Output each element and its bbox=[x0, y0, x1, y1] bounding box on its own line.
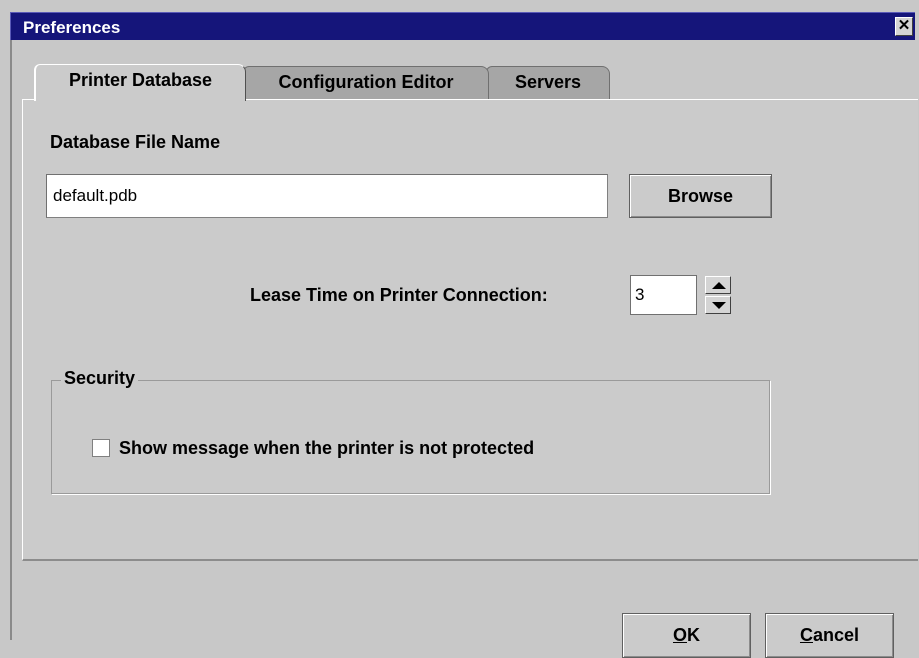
close-button[interactable]: ✕ bbox=[895, 17, 913, 36]
security-group bbox=[51, 380, 770, 494]
security-group-label: Security bbox=[61, 368, 139, 389]
cancel-label-rest: ancel bbox=[812, 625, 860, 645]
lease-time-decrement-button[interactable] bbox=[705, 296, 731, 314]
lease-time-label: Lease Time on Printer Connection: bbox=[250, 285, 548, 305]
ok-button[interactable]: OK bbox=[622, 613, 751, 658]
ok-mnemonic: O bbox=[672, 625, 687, 645]
arrow-down-icon bbox=[712, 302, 726, 309]
cancel-button[interactable]: Cancel bbox=[765, 613, 894, 658]
close-icon: ✕ bbox=[897, 17, 911, 34]
lease-time-increment-button[interactable] bbox=[705, 276, 731, 294]
show-unprotected-message-label[interactable]: Show message when the printer is not pro… bbox=[119, 438, 534, 459]
arrow-up-icon bbox=[712, 282, 726, 289]
window-left-edge bbox=[10, 40, 12, 640]
lease-time-input[interactable] bbox=[630, 275, 697, 315]
database-file-name-label: Database File Name bbox=[50, 132, 221, 152]
database-file-name-input[interactable] bbox=[46, 174, 608, 218]
show-unprotected-message-checkbox[interactable] bbox=[92, 439, 110, 457]
title-bar[interactable]: Preferences ✕ bbox=[10, 12, 915, 40]
tab-printer-database[interactable]: Printer Database bbox=[34, 64, 246, 101]
ok-label-rest: K bbox=[687, 625, 700, 645]
window-title: Preferences bbox=[23, 18, 121, 37]
cancel-mnemonic: C bbox=[799, 625, 813, 645]
tab-configuration-editor[interactable]: Configuration Editor bbox=[243, 66, 489, 99]
tab-servers[interactable]: Servers bbox=[486, 66, 610, 99]
browse-button[interactable]: Browse bbox=[629, 174, 772, 218]
